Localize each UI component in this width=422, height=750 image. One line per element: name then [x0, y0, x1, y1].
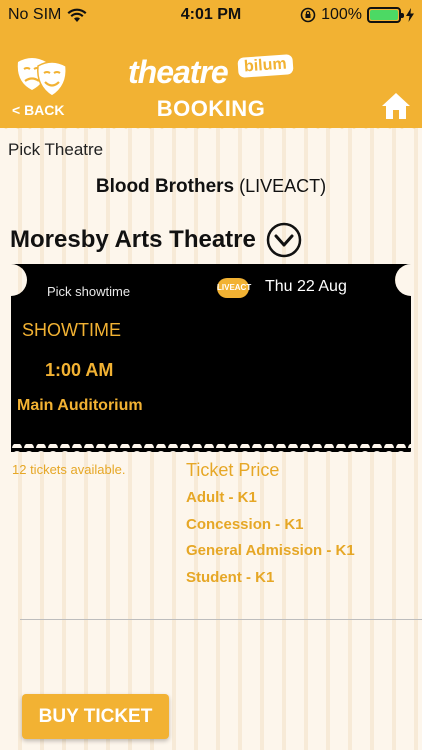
- app-header: No SIM 4:01 PM 100% < BACK theatre bilum…: [0, 0, 422, 128]
- battery-level: [370, 10, 398, 20]
- battery-icon: [367, 7, 404, 23]
- show-title: Blood Brothers (LIVEACT): [0, 176, 422, 198]
- status-bar: No SIM 4:01 PM 100%: [0, 0, 422, 30]
- liveact-badge: LIVEACT: [217, 278, 251, 298]
- price-item-concession: Concession - K1: [186, 515, 304, 533]
- page-title: BOOKING: [156, 96, 266, 121]
- battery-percent: 100%: [321, 6, 362, 23]
- home-button[interactable]: [380, 90, 412, 122]
- theatre-selector[interactable]: Moresby Arts Theatre: [10, 222, 302, 258]
- status-right: 100%: [300, 6, 414, 24]
- home-icon: [382, 93, 410, 119]
- brand-tag: bilum: [237, 54, 294, 78]
- price-item-general-admission: General Admission - K1: [186, 542, 355, 559]
- show-type: (LIVEACT): [239, 176, 327, 196]
- pick-theatre-label: Pick Theatre: [8, 140, 104, 159]
- showtime-ticket[interactable]: Pick showtime LIVEACT Thu 22 Aug SHOWTIM…: [11, 264, 411, 452]
- orientation-lock-icon: [300, 7, 316, 23]
- chevron-down-icon[interactable]: [266, 222, 302, 258]
- venue-label: Main Auditorium: [17, 397, 143, 414]
- showtime-value[interactable]: 1:00 AM: [45, 360, 113, 381]
- ticket-price-title: Ticket Price: [186, 460, 280, 480]
- showtime-label: SHOWTIME: [22, 320, 121, 340]
- show-date: Thu 22 Aug: [265, 278, 347, 295]
- tickets-available: 12 tickets available.: [12, 462, 126, 477]
- brand-word: theatre: [128, 54, 229, 90]
- header-scallop-edge: [0, 122, 422, 134]
- price-item-student: Student - K1: [186, 568, 275, 586]
- brand-logo: theatre bilum: [128, 54, 303, 94]
- price-item-adult: Adult - K1: [186, 489, 257, 506]
- ticket-price-list: Ticket Price Adult - K1 Concession - K1 …: [186, 460, 355, 595]
- divider: [20, 619, 422, 620]
- buy-ticket-button[interactable]: BUY TICKET: [22, 694, 169, 739]
- show-name: Blood Brothers: [95, 176, 235, 197]
- theatre-name: Moresby Arts Theatre: [10, 226, 256, 253]
- pick-showtime-label: Pick showtime: [47, 284, 131, 299]
- charging-bolt-icon: [406, 8, 414, 22]
